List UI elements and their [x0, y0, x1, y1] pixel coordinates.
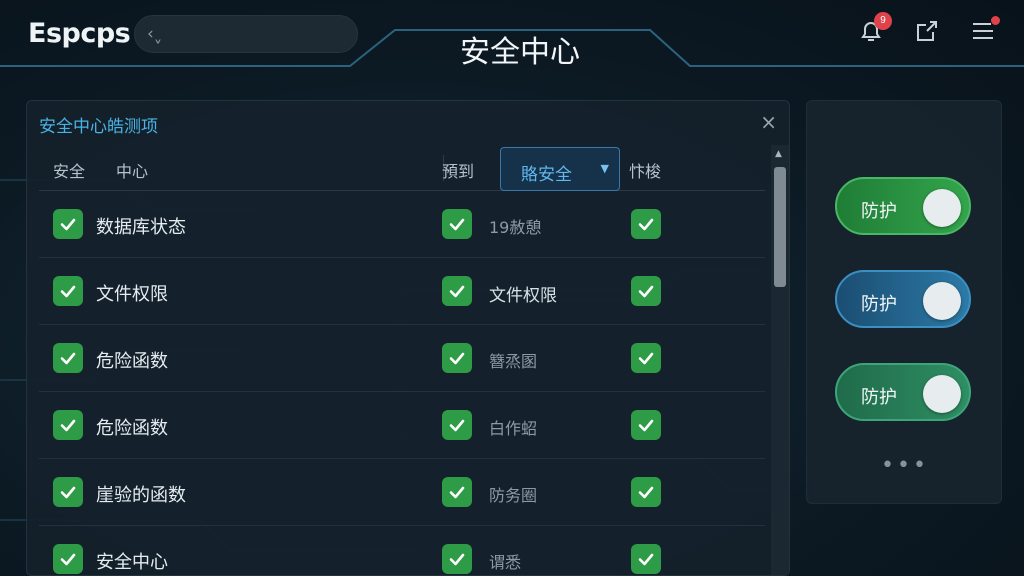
- chevron-down-icon: ▼: [600, 162, 609, 175]
- row-label: 文件权限: [96, 284, 168, 305]
- header-col-check: 忭梭: [629, 162, 662, 181]
- row-label: 数据库状态: [96, 217, 186, 238]
- filter-dropdown-value: 賂安全: [521, 165, 572, 185]
- table-row[interactable]: 危险函数 白作蛁: [39, 392, 765, 459]
- checkbox-checked[interactable]: [631, 410, 661, 440]
- app-logo[interactable]: Espcps: [28, 18, 131, 49]
- checkbox-checked[interactable]: [631, 477, 661, 507]
- page-title: 安全中心: [460, 35, 580, 70]
- checkbox-checked[interactable]: [631, 343, 661, 373]
- protection-toggle-2[interactable]: 防护: [835, 270, 971, 328]
- protection-toggle-3[interactable]: 防护: [835, 363, 971, 421]
- search-input[interactable]: ‹ˬ: [134, 15, 358, 53]
- checkbox-checked[interactable]: [442, 276, 472, 306]
- more-options-icon[interactable]: •••: [807, 453, 1003, 478]
- header-actions: 9: [854, 12, 1000, 48]
- notification-badge: 9: [874, 12, 892, 30]
- toggle-label: 防护: [861, 201, 897, 222]
- back-chevron-icon[interactable]: ‹ˬ: [147, 24, 162, 44]
- checkbox-checked[interactable]: [631, 544, 661, 574]
- table-header: 安全 中心 預到 賂安全 ▼ 忭梭: [39, 145, 765, 191]
- toggle-label: 防护: [861, 294, 897, 315]
- row-label: 危险函数: [96, 351, 168, 372]
- checkbox-checked[interactable]: [442, 544, 472, 574]
- checkbox-checked[interactable]: [53, 544, 83, 574]
- header-col-expected: 預到: [442, 162, 475, 181]
- table-row[interactable]: 崖验的函数 防务圈: [39, 459, 765, 526]
- scroll-thumb[interactable]: [774, 167, 786, 287]
- header-col-security: 安全: [53, 162, 86, 181]
- filter-dropdown[interactable]: 賂安全 ▼: [500, 147, 620, 191]
- scrollbar[interactable]: ▲: [771, 145, 789, 575]
- row-detail: 簪烝圂: [489, 352, 538, 371]
- export-button[interactable]: [910, 14, 944, 48]
- checkbox-checked[interactable]: [442, 410, 472, 440]
- table-row[interactable]: 安全中心 谓悉: [39, 526, 765, 575]
- menu-indicator-dot: [991, 16, 1000, 25]
- row-detail: 防务圈: [489, 486, 538, 505]
- close-icon[interactable]: ×: [760, 110, 777, 134]
- row-detail: 19赦憩: [489, 218, 542, 237]
- panel-title: 安全中心皓测项: [39, 117, 158, 137]
- toggle-knob: [923, 375, 961, 413]
- row-label: 危险函数: [96, 418, 168, 439]
- checkbox-checked[interactable]: [442, 343, 472, 373]
- top-bar: Espcps ‹ˬ 安全中心 9: [0, 0, 1024, 72]
- protection-toggle-1[interactable]: 防护: [835, 177, 971, 235]
- checkbox-checked[interactable]: [442, 477, 472, 507]
- checkbox-checked[interactable]: [53, 410, 83, 440]
- protection-panel: 防护 防护 防护 •••: [806, 100, 1002, 504]
- header-col-center: 中心: [116, 162, 149, 181]
- row-detail: 谓悉: [489, 553, 522, 572]
- checkbox-checked[interactable]: [53, 209, 83, 239]
- row-detail: 白作蛁: [489, 419, 538, 438]
- checkbox-checked[interactable]: [442, 209, 472, 239]
- security-check-panel: 安全中心皓测项 × 安全 中心 預到 賂安全 ▼ 忭梭 数据库状态 19赦憩文件权…: [26, 100, 790, 576]
- title-area: 安全中心: [340, 0, 700, 72]
- checkbox-checked[interactable]: [53, 276, 83, 306]
- check-list: 数据库状态 19赦憩 文件权限 文件权限 危险函数 簪烝圂 危险函数 白作蛁 崖验的函数 防务圈安…: [39, 191, 765, 575]
- table-row[interactable]: 危险函数 簪烝圂: [39, 325, 765, 392]
- table-row[interactable]: 数据库状态 19赦憩: [39, 191, 765, 258]
- export-icon: [917, 21, 937, 41]
- checkbox-checked[interactable]: [631, 276, 661, 306]
- checkbox-checked[interactable]: [53, 343, 83, 373]
- table-row[interactable]: 文件权限 文件权限: [39, 258, 765, 325]
- notifications-button[interactable]: 9: [854, 12, 892, 48]
- menu-button[interactable]: [966, 14, 1000, 48]
- checkbox-checked[interactable]: [631, 209, 661, 239]
- toggle-knob: [923, 282, 961, 320]
- row-detail: 文件权限: [489, 286, 557, 306]
- row-label: 安全中心: [96, 552, 168, 573]
- checkbox-checked[interactable]: [53, 477, 83, 507]
- scroll-up-arrow-icon[interactable]: ▲: [775, 149, 782, 159]
- toggle-knob: [923, 189, 961, 227]
- toggle-label: 防护: [861, 387, 897, 408]
- row-label: 崖验的函数: [96, 485, 186, 506]
